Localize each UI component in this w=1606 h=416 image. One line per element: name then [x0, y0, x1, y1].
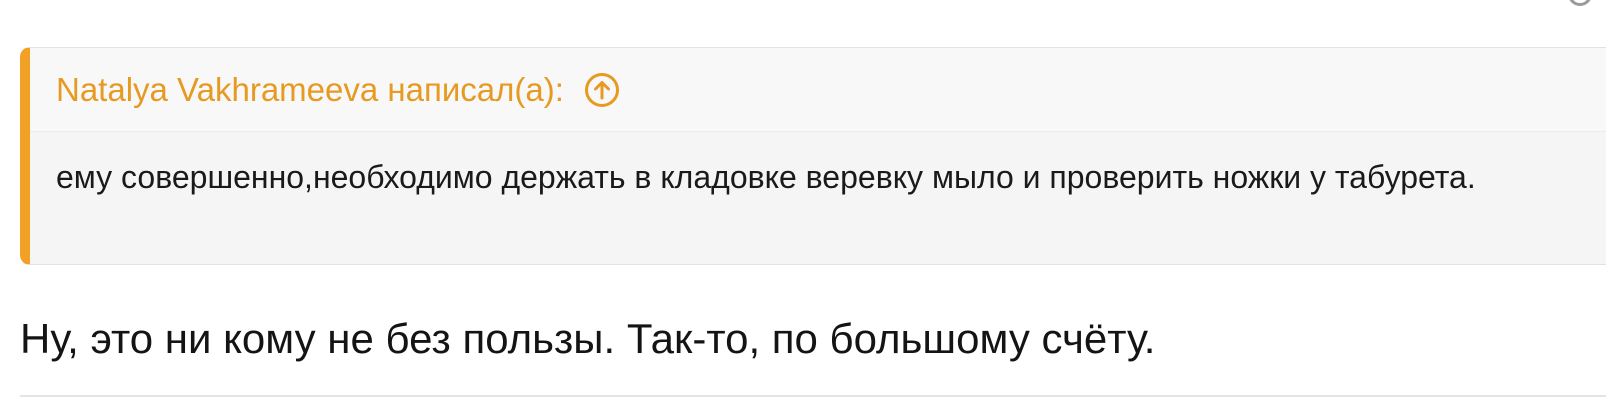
quote-text: ему совершенно,необходимо держать в клад… [56, 159, 1476, 195]
arrow-up-circle-icon[interactable] [584, 72, 620, 108]
quote-header: Natalya Vakhrameeva написал(а): [30, 48, 1606, 132]
quote-author[interactable]: Natalya Vakhrameeva написал(а): [56, 70, 564, 110]
blockquote: Natalya Vakhrameeva написал(а): ему сове… [20, 47, 1606, 265]
post-text: Ну, это ни кому не без пользы. Так-то, п… [20, 315, 1156, 362]
partial-icon [1568, 0, 1592, 6]
divider [20, 395, 1606, 397]
